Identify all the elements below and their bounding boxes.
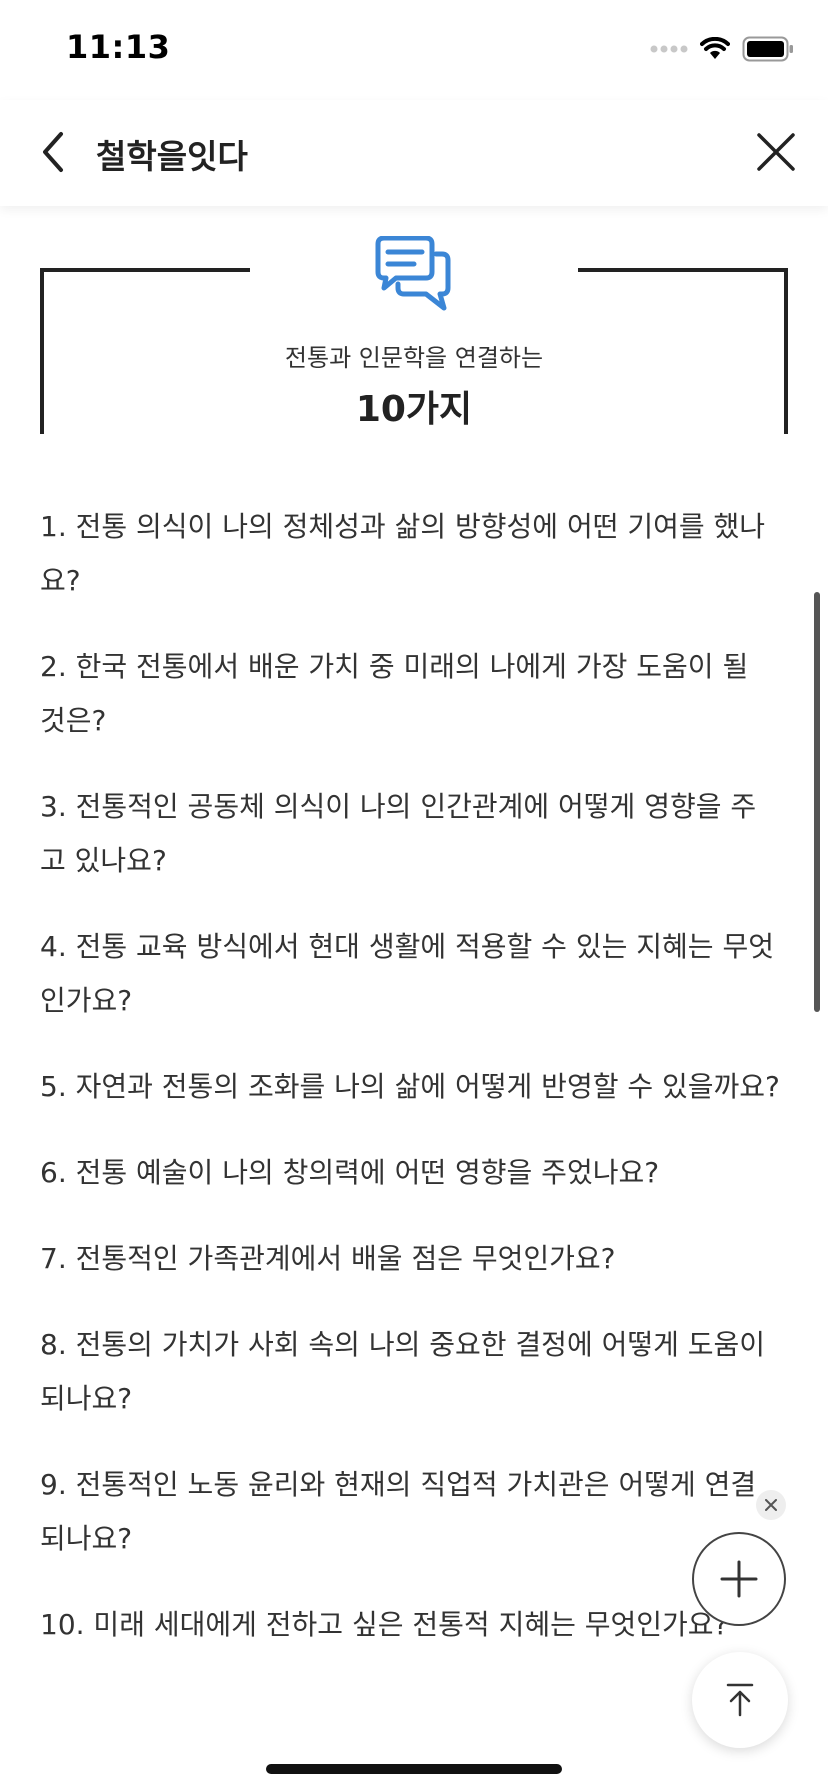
header-subtitle: 전통과 인문학을 연결하는 xyxy=(284,344,544,372)
header-title: 10가지 xyxy=(355,389,473,430)
status-icons xyxy=(650,34,794,64)
arrow-up-to-top-icon xyxy=(726,1683,754,1717)
question-item: 4. 전통 교육 방식에서 현대 생활에 적용할 수 있는 지혜는 무엇인가요? xyxy=(40,930,774,1017)
add-button[interactable] xyxy=(692,1532,786,1626)
close-button[interactable] xyxy=(750,126,802,178)
close-icon xyxy=(757,133,795,171)
dismiss-fab-button[interactable] xyxy=(756,1490,786,1520)
scrollbar[interactable] xyxy=(814,592,820,1012)
screen: 11:13 철학을잇다 전통과 인문학을 연결하는 10가지 1. 전통 의식이… xyxy=(0,0,828,1792)
question-item: 5. 자연과 전통의 조화를 나의 삶에 어떻게 반영할 수 있을까요? xyxy=(40,1070,780,1103)
question-item: 6. 전통 예술이 나의 창의력에 어떤 영향을 주었나요? xyxy=(40,1156,660,1189)
plus-icon xyxy=(720,1560,758,1598)
question-item: 9. 전통적인 노동 윤리와 현재의 직업적 가치관은 어떻게 연결되나요? xyxy=(40,1468,757,1555)
question-item: 1. 전통 의식이 나의 정체성과 삶의 방향성에 어떤 기여를 했나요? xyxy=(40,510,766,597)
home-indicator[interactable] xyxy=(266,1764,562,1774)
page-title: 철학을잇다 xyxy=(96,137,248,176)
scroll-to-top-button[interactable] xyxy=(692,1652,788,1748)
small-close-icon xyxy=(765,1499,777,1511)
question-item: 7. 전통적인 가족관계에서 배울 점은 무엇인가요? xyxy=(40,1242,616,1275)
chat-bubbles-icon xyxy=(375,236,451,311)
nav-bar: 철학을잇다 xyxy=(0,100,828,206)
question-list: 1. 전통 의식이 나의 정체성과 삶의 방향성에 어떤 기여를 했나요? 2.… xyxy=(40,500,780,1684)
question-item: 3. 전통적인 공동체 의식이 나의 인간관계에 어떻게 영향을 주고 있나요? xyxy=(40,790,757,877)
question-item: 10. 미래 세대에게 전하고 싶은 전통적 지혜는 무엇인가요? xyxy=(40,1608,729,1641)
battery-icon xyxy=(742,36,793,62)
status-time: 11:13 xyxy=(66,28,171,66)
back-button[interactable] xyxy=(28,126,80,178)
wifi-icon xyxy=(700,37,730,59)
question-item: 2. 한국 전통에서 배운 가치 중 미래의 나에게 가장 도움이 될 것은? xyxy=(40,650,749,737)
question-item: 8. 전통의 가치가 사회 속의 나의 중요한 결정에 어떻게 도움이 되나요? xyxy=(40,1328,766,1415)
status-bar: 11:13 xyxy=(0,0,828,100)
cellular-signal-icon xyxy=(650,45,688,53)
chevron-left-icon xyxy=(43,132,63,172)
